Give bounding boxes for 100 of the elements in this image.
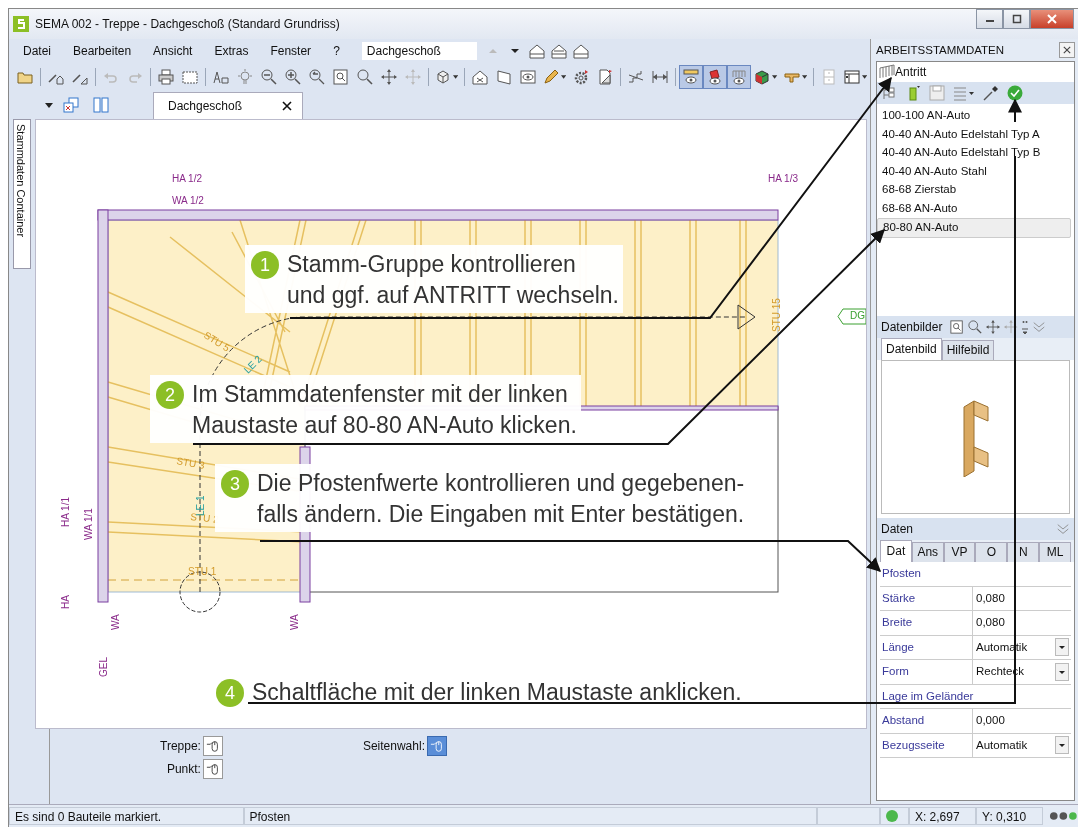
list-item[interactable]: 100-100 AN-Auto	[877, 106, 1074, 125]
close-icon[interactable]	[282, 101, 293, 111]
tree-icon[interactable]	[881, 85, 897, 101]
maximize-button[interactable]	[1003, 9, 1030, 29]
zoom-out-icon	[260, 69, 277, 85]
drawing-label: HA 1/3	[768, 173, 799, 184]
drawing-label: HA	[60, 595, 71, 609]
map-icon	[181, 69, 198, 85]
overflow-icon[interactable]	[1022, 319, 1029, 335]
window-close-icon[interactable]	[63, 97, 79, 113]
status-object: Pfosten	[243, 807, 818, 825]
data-tab[interactable]: O	[975, 542, 1008, 562]
data-tab[interactable]: Ans	[911, 542, 944, 562]
status-message: Es sind 0 Bauteile markiert.	[9, 807, 244, 825]
eyedropper-icon[interactable]	[983, 85, 999, 101]
data-tab[interactable]: ML	[1039, 542, 1071, 562]
folder-icon	[17, 69, 33, 85]
zoom-back-icon	[308, 69, 325, 85]
list-item[interactable]: 40-40 AN-Auto Stahl	[877, 161, 1074, 181]
data-tab[interactable]: N	[1007, 542, 1040, 562]
floor-dropdown[interactable]: Dachgeschoß	[361, 42, 477, 60]
drawing-label: STU 3	[175, 455, 206, 471]
list-item[interactable]: 40-40 AN-Auto Edelstahl Typ B	[877, 143, 1074, 162]
list-icon[interactable]	[953, 85, 975, 101]
railing-icon	[879, 64, 895, 80]
option-label: Treppe:	[160, 739, 201, 753]
property-dropdown[interactable]: Automatik	[973, 733, 1071, 757]
drawing-label: LE 2	[241, 353, 264, 376]
data-tab[interactable]: VP	[943, 542, 976, 562]
drawing-label: WA	[289, 614, 300, 630]
menu-item[interactable]: Ansicht	[153, 44, 193, 58]
menu-item[interactable]: Fenster	[270, 44, 312, 58]
property-value-field[interactable]: 0,080	[973, 611, 1071, 635]
side-tab[interactable]: Stammdaten Container	[13, 119, 31, 269]
list-item[interactable]: 40-40 AN-Auto Edelstahl Typ A	[877, 124, 1074, 144]
section-title: Daten	[881, 522, 914, 536]
house-icon	[472, 69, 489, 85]
x-coordinate: X: 2,697	[908, 807, 977, 825]
search-icon[interactable]	[968, 320, 983, 334]
menu-item[interactable]: Bearbeiten	[73, 44, 132, 58]
drawing-label: STU 1	[188, 566, 217, 577]
document-tab[interactable]: Dachgeschoß	[153, 92, 304, 119]
dropdown-arrow-button[interactable]	[1055, 736, 1069, 755]
dropdown-arrow-button[interactable]	[1055, 662, 1069, 681]
cube-icon	[754, 69, 771, 85]
caret-icon	[772, 75, 778, 79]
image-tab[interactable]: Hilfebild	[941, 340, 995, 360]
move-icon[interactable]	[1004, 320, 1019, 334]
mouse-pick-button[interactable]	[426, 736, 447, 756]
caret-icon	[561, 75, 567, 79]
panel-close-button[interactable]	[1059, 42, 1075, 58]
zoom-in-icon	[284, 69, 301, 85]
split-view-icon[interactable]	[93, 97, 109, 113]
menu-item[interactable]: Extras	[214, 44, 249, 58]
property-value-field[interactable]: 0,000	[973, 709, 1071, 733]
mouse-pick-button[interactable]	[202, 759, 223, 779]
window-icon	[843, 69, 860, 85]
drawing-label: STU 5	[201, 329, 232, 354]
drawing-label: STU 15	[771, 298, 782, 332]
apply-button[interactable]	[1007, 85, 1023, 101]
close-button[interactable]	[1030, 9, 1074, 29]
house-icon[interactable]	[550, 43, 567, 59]
drawing-label: DG	[850, 310, 865, 321]
zoom-page-icon[interactable]	[950, 320, 965, 334]
property-value-field[interactable]: 0,080	[973, 586, 1071, 610]
stairs-icon	[628, 69, 645, 85]
instruction-text: Schaltfläche mit der linken Maustaste anklicken.	[252, 678, 742, 707]
house-icon[interactable]	[572, 43, 589, 59]
list-item[interactable]: 80-80 AN-Auto	[877, 217, 1071, 239]
dimension-icon	[652, 69, 669, 85]
step-number: 1	[251, 251, 279, 279]
mouse-pick-button[interactable]	[202, 736, 223, 756]
list-item[interactable]: 68-68 AN-Auto	[877, 198, 1074, 218]
shape-eye-button[interactable]	[703, 65, 728, 89]
list-item[interactable]: 68-68 Zierstab	[877, 180, 1074, 199]
dropdown-arrow-button[interactable]	[1055, 638, 1069, 657]
close-icon	[1047, 14, 1057, 24]
option-label: Punkt:	[166, 762, 201, 776]
house-icon[interactable]	[528, 43, 545, 59]
railing-eye-button[interactable]	[727, 65, 752, 89]
pencil-icon	[543, 69, 560, 85]
gear-icon	[573, 69, 590, 85]
layer-eye-button[interactable]	[679, 65, 704, 89]
property-label: Abstand	[880, 709, 973, 733]
drawing-label: HA 1/1	[60, 496, 71, 527]
caret-icon	[861, 75, 867, 79]
instruction-text: Im Stammdatenfenster mit der linken Maustaste auf 80-80 AN-Auto klicken.	[192, 380, 577, 440]
menu-item[interactable]: ?	[333, 44, 340, 58]
data-tab[interactable]: Dat	[880, 540, 912, 562]
printer-icon	[157, 69, 174, 85]
cube-icon	[434, 69, 451, 85]
move-icon	[404, 69, 421, 85]
menu-item[interactable]: Datei	[23, 44, 51, 58]
option-label: Seitenwahl:	[362, 739, 425, 753]
maximize-icon	[1011, 14, 1022, 24]
minimize-button[interactable]	[976, 9, 1003, 29]
mouse-icon	[205, 762, 220, 776]
drawing-label: HA 1/2	[172, 173, 203, 184]
property-group-label: Pfosten	[880, 562, 1071, 587]
image-tab[interactable]: Datenbild	[881, 338, 942, 360]
